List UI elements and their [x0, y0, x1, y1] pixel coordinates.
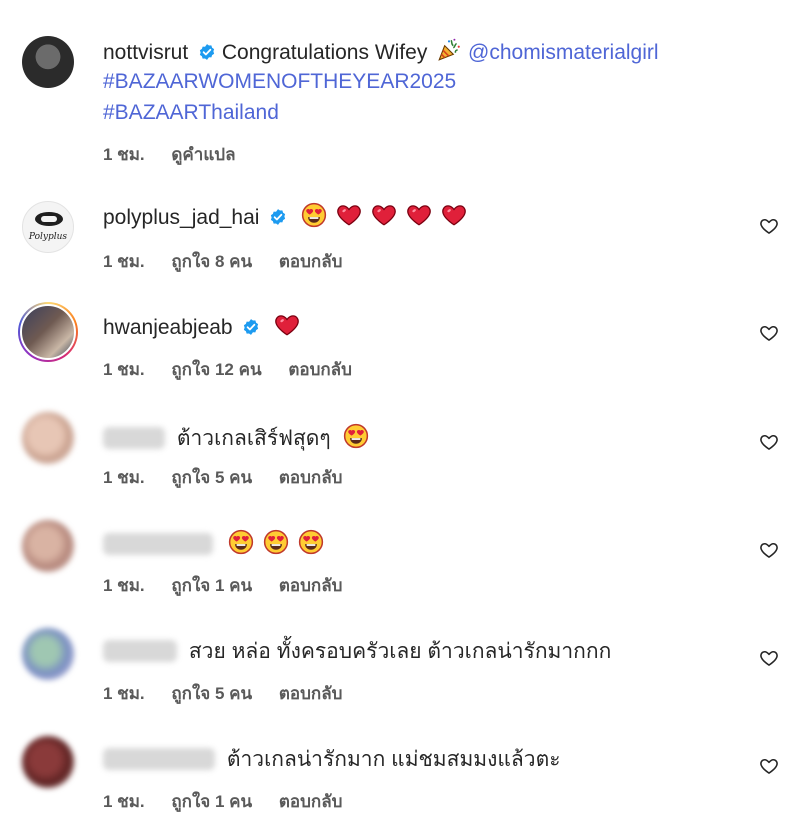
commenter-avatar [20, 304, 76, 360]
comment-text: ต้าวเกลเสิร์ฟสุดๆ [176, 427, 331, 450]
reply-button[interactable]: ตอบกลับ [279, 792, 343, 811]
polyplus-logo-mark [35, 212, 63, 226]
commenter-username[interactable]: hwanjeabjeab [103, 316, 233, 339]
commenter-username[interactable]: polyplus_jad_hai [103, 206, 259, 229]
like-heart-icon[interactable] [759, 756, 779, 776]
commenter-username-blurred[interactable] [103, 427, 165, 449]
comment-timestamp[interactable]: 1 ชม. [103, 252, 145, 271]
heart-eyes-emoji-icon [298, 529, 324, 555]
commenter-avatar-story-ring[interactable] [18, 302, 78, 362]
heart-eyes-emoji-icon [228, 529, 254, 555]
red-heart-emoji-icon [371, 202, 397, 228]
post-author-username[interactable]: nottvisrut [103, 41, 188, 64]
polyplus-logo-text: Polyplus [28, 232, 68, 242]
hashtag-link[interactable]: #BAZAARWOMENOFTHEYEAR2025 [103, 70, 456, 93]
verified-badge-icon [269, 208, 287, 226]
red-heart-emoji-icon [274, 312, 300, 338]
comment-timestamp[interactable]: 1 ชม. [103, 792, 145, 811]
like-heart-icon[interactable] [759, 648, 779, 668]
comment-timestamp[interactable]: 1 ชม. [103, 684, 145, 703]
verified-badge-icon [198, 43, 216, 61]
post-caption: nottvisrut Congratulations Wifey @chomis… [0, 0, 800, 180]
post-mention-link[interactable]: @chomismaterialgirl [468, 41, 659, 64]
comment-likes-count[interactable]: ถูกใจ 8 คน [171, 252, 252, 271]
red-heart-emoji-icon [336, 202, 362, 228]
comment-likes-count[interactable]: ถูกใจ 5 คน [171, 684, 252, 703]
commenter-avatar-blurred[interactable] [22, 628, 74, 680]
comment-likes-count[interactable]: ถูกใจ 12 คน [171, 360, 261, 379]
commenter-avatar[interactable]: Polyplus [22, 201, 74, 253]
hashtag-link[interactable]: #BAZAARThailand [103, 101, 279, 124]
commenter-username-blurred[interactable] [103, 640, 177, 662]
comment-item: ต้าวเกลเสิร์ฟสุดๆ 1 ชม. ถูกใจ 5 คน ตอบกล… [0, 404, 800, 504]
reply-button[interactable]: ตอบกลับ [279, 684, 343, 703]
comment-timestamp[interactable]: 1 ชม. [103, 468, 145, 487]
like-heart-icon[interactable] [759, 216, 779, 236]
comment-likes-count[interactable]: ถูกใจ 1 คน [171, 576, 252, 595]
reply-button[interactable]: ตอบกลับ [279, 252, 343, 271]
post-timestamp[interactable]: 1 ชม. [103, 145, 145, 164]
comment-text: ต้าวเกลน่ารักมาก แม่ชมสมมงแล้วตะ [226, 748, 561, 771]
comment-likes-count[interactable]: ถูกใจ 1 คน [171, 792, 252, 811]
comment-item: สวย หล่อ ทั้งครอบครัวเลย ต้าวเกลน่ารักมา… [0, 620, 800, 720]
comment-timestamp[interactable]: 1 ชม. [103, 360, 145, 379]
reply-button[interactable]: ตอบกลับ [279, 468, 343, 487]
heart-eyes-emoji-icon [263, 529, 289, 555]
commenter-avatar-blurred[interactable] [22, 412, 74, 464]
heart-eyes-emoji-icon [343, 423, 369, 449]
red-heart-emoji-icon [441, 202, 467, 228]
see-translation-button[interactable]: ดูคำแปล [171, 145, 235, 164]
comment-item: hwanjeabjeab 1 ชม. ถูกใจ 12 คน ตอบกลับ [0, 296, 800, 396]
comment-item: ต้าวเกลน่ารักมาก แม่ชมสมมงแล้วตะ 1 ชม. ถ… [0, 728, 800, 833]
comment-text: สวย หล่อ ทั้งครอบครัวเลย ต้าวเกลน่ารักมา… [188, 640, 612, 663]
like-heart-icon[interactable] [759, 323, 779, 343]
like-heart-icon[interactable] [759, 432, 779, 452]
reply-button[interactable]: ตอบกลับ [288, 360, 352, 379]
commenter-username-blurred[interactable] [103, 748, 215, 770]
commenter-username-blurred[interactable] [103, 533, 213, 555]
comment-timestamp[interactable]: 1 ชม. [103, 576, 145, 595]
red-heart-emoji-icon [406, 202, 432, 228]
comment-likes-count[interactable]: ถูกใจ 5 คน [171, 468, 252, 487]
commenter-avatar-blurred[interactable] [22, 520, 74, 572]
party-popper-icon [436, 37, 462, 63]
post-author-avatar[interactable] [22, 36, 74, 88]
verified-badge-icon [242, 318, 260, 336]
heart-eyes-emoji-icon [301, 202, 327, 228]
comment-item: Polyplus polyplus_jad_hai 1 ชม. ถูกใจ 8 … [0, 188, 800, 288]
commenter-avatar-blurred[interactable] [22, 736, 74, 788]
like-heart-icon[interactable] [759, 540, 779, 560]
post-caption-text: Congratulations Wifey [221, 41, 428, 64]
reply-button[interactable]: ตอบกลับ [279, 576, 343, 595]
comment-item: 1 ชม. ถูกใจ 1 คน ตอบกลับ [0, 512, 800, 612]
